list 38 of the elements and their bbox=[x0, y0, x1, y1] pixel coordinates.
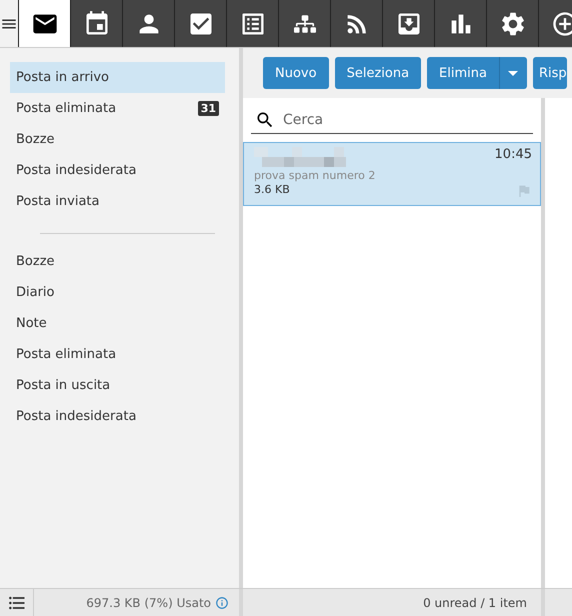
folder-item[interactable]: Diario bbox=[10, 277, 225, 308]
app-tab[interactable] bbox=[18, 0, 70, 47]
dropdown-button[interactable] bbox=[498, 57, 527, 89]
message-subject: prova spam numero 2 bbox=[254, 168, 376, 184]
hierarchy-icon bbox=[294, 12, 316, 34]
info-icon[interactable] bbox=[215, 596, 229, 610]
folder-item[interactable]: Posta indesiderata bbox=[10, 401, 225, 432]
app-tab[interactable] bbox=[278, 0, 330, 47]
app-tab[interactable] bbox=[330, 0, 382, 47]
item-count: 0 unread / 1 item bbox=[243, 589, 545, 616]
app-tab[interactable] bbox=[226, 0, 278, 47]
toolbar-button[interactable]: Nuovo bbox=[263, 57, 329, 89]
folder-item[interactable]: Posta in arrivo bbox=[10, 62, 225, 93]
unread-count-badge: 31 bbox=[198, 101, 219, 116]
caret-icon bbox=[508, 70, 518, 76]
folder-item[interactable]: Posta in uscita bbox=[10, 370, 225, 401]
toolbar-button[interactable]: Risp bbox=[532, 57, 567, 89]
app-tab[interactable] bbox=[174, 0, 226, 47]
search-field[interactable]: Cerca bbox=[281, 110, 533, 128]
message-time: 10:45 bbox=[494, 147, 532, 164]
app-tab[interactable] bbox=[70, 0, 122, 47]
toolbar-button[interactable]: Elimina bbox=[427, 57, 499, 89]
app-tab[interactable] bbox=[486, 0, 538, 47]
folder-item[interactable]: Note bbox=[10, 308, 225, 339]
folder-item[interactable]: Posta eliminata 31 bbox=[10, 93, 225, 124]
app-tab[interactable] bbox=[382, 0, 434, 47]
toolbar-button[interactable]: Seleziona bbox=[334, 57, 422, 89]
app-tab[interactable] bbox=[434, 0, 486, 47]
quota-text: 697.3 KB (7%) Usato bbox=[85, 596, 212, 610]
search-icon bbox=[255, 110, 275, 130]
folder-item[interactable]: Posta eliminata bbox=[10, 339, 225, 370]
folder-item[interactable]: Posta indesiderata bbox=[10, 155, 225, 186]
app-tab[interactable] bbox=[122, 0, 174, 47]
folder-item[interactable]: Bozze bbox=[10, 124, 225, 155]
message-size: 3.6 KB bbox=[254, 183, 291, 198]
folder-item[interactable]: Posta inviata bbox=[10, 186, 225, 217]
folder-item[interactable]: Bozze bbox=[10, 246, 225, 277]
message-item[interactable]: 10:45 prova spam numero 2 3.6 KB bbox=[243, 142, 541, 206]
